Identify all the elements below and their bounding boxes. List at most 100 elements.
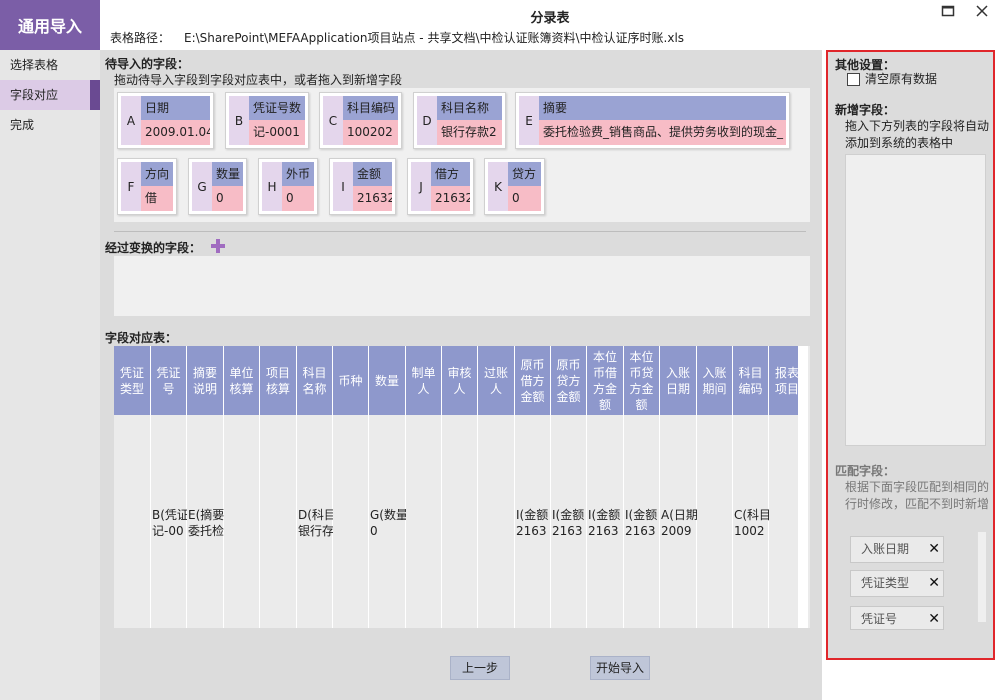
mapping-column[interactable]: 摘要 说明 E(摘要 委托检 [187,346,224,628]
field-card-foreign-currency[interactable]: H 外币 0 [258,158,318,215]
field-card-direction[interactable]: F 方向 借 [117,158,177,215]
field-card-credit[interactable]: K 贷方 0 [484,158,545,215]
match-tag-label: 凭证类型 [861,576,910,590]
mapping-column[interactable]: 凭证 号 B(凭证 记-00 [151,346,187,628]
field-name: 科目名称 [437,96,502,120]
mapping-column[interactable]: 审核 人 [442,346,478,628]
field-name: 摘要 [539,96,786,120]
mapping-cell[interactable]: I(金额 2163 [516,507,551,539]
mapping-column[interactable]: 单位 核算 [224,346,260,628]
table-path-row: 表格路径： E:\SharePoint\MEFAApplication项目站点 -… [110,29,698,46]
nav-item-select-table[interactable]: 选择表格 [0,50,100,80]
main-area: 待导入的字段： 拖动待导入字段到字段对应表中，或者拖入到新增字段 A 日期 20… [100,50,822,700]
match-tag-label: 凭证号 [861,612,898,626]
column-header: 原币 借方 金额 [515,346,550,415]
field-letter: H [262,162,282,211]
mapping-cell[interactable]: D(科目 银行存 [298,507,333,539]
field-card-summary[interactable]: E 摘要 委托检验费_销售商品、提供劳务收到的现金_ [515,92,790,149]
mapping-column[interactable]: 原币 借方 金额 I(金额 2163 [515,346,551,628]
maximize-icon[interactable] [938,4,958,22]
mapping-cell[interactable]: C(科目 1002 [734,507,769,539]
new-fields-dropzone[interactable] [845,154,986,446]
mapping-column[interactable]: 本位 币贷 方金 额 I(金额 2163 [624,346,660,628]
mapping-column[interactable]: 科目 名称 D(科目 银行存 [297,346,333,628]
field-name: 借方 [431,162,470,186]
pending-fields-title: 待导入的字段： [105,57,190,71]
mapping-table-title: 字段对应表： [105,331,178,345]
mapping-cell[interactable]: A(日期 2009 [661,507,697,539]
mapping-cell[interactable]: E(摘要 委托检 [188,507,224,539]
field-card-quantity[interactable]: G 数量 0 [188,158,247,215]
mapping-column[interactable]: 过账 人 [478,346,515,628]
column-header: 过账 人 [478,346,514,415]
field-letter: J [411,162,431,211]
match-fields-hint: 根据下面字段匹配到相同的行时修改，匹配不到时新增 [845,480,990,511]
column-header: 凭证 类型 [114,346,150,415]
field-letter: A [121,96,141,145]
remove-tag-icon[interactable]: ✕ [928,537,940,562]
column-header: 项目 核算 [260,346,296,415]
close-icon[interactable] [972,4,992,22]
nav-item-finish[interactable]: 完成 [0,110,100,140]
match-fields-scrollbar[interactable] [977,532,986,622]
mapping-column[interactable]: 数量 G(数量 0 [369,346,406,628]
field-card-debit[interactable]: J 借方 21632 [407,158,474,215]
add-transform-icon[interactable] [210,238,226,254]
mapping-cell[interactable]: G(数量 0 [370,507,406,539]
remove-tag-icon[interactable]: ✕ [928,571,940,596]
field-name: 日期 [141,96,210,120]
match-tag-entry-date[interactable]: 入账日期 ✕ [850,536,944,563]
path-label: 表格路径： [110,31,171,45]
field-value: 借 [141,186,173,211]
mapping-cell[interactable]: B(凭证 记-00 [152,507,187,539]
match-tag-voucher-no[interactable]: 凭证号 ✕ [850,606,944,630]
field-card-account-name[interactable]: D 科目名称 银行存款2 [413,92,506,149]
field-name: 方向 [141,162,173,186]
mapping-column[interactable]: 入账 日期 A(日期 2009 [660,346,697,628]
mapping-cell[interactable]: I(金额 2163 [552,507,587,539]
mapping-column[interactable]: 项目 核算 [260,346,297,628]
column-header: 制单 人 [406,346,441,415]
mapping-cell[interactable]: I(金额 2163 [588,507,624,539]
column-header: 入账 日期 [660,346,696,415]
field-value: 0 [508,186,541,211]
field-name: 金额 [353,162,392,186]
mapping-cell[interactable]: I(金额 2163 [625,507,660,539]
field-card-account-code[interactable]: C 科目编码 100202 [319,92,402,149]
section-divider [114,231,806,232]
mapping-column[interactable]: 制单 人 [406,346,442,628]
field-card-voucher-no[interactable]: B 凭证号数 记-0001 [225,92,309,149]
field-value: 0 [282,186,314,211]
prev-step-button[interactable]: 上一步 [450,656,510,680]
clear-data-checkbox[interactable] [847,73,860,86]
nav-item-field-mapping[interactable]: 字段对应 [0,80,100,110]
mapping-column[interactable]: 凭证 类型 [114,346,151,628]
field-letter: E [519,96,539,145]
mapping-column[interactable]: 科目 编码 C(科目 1002 [733,346,769,628]
mapping-column[interactable]: 入账 期间 [697,346,733,628]
field-letter: G [192,162,212,211]
field-letter: C [323,96,343,145]
field-card-amount[interactable]: I 金额 21632 [329,158,396,215]
start-import-button[interactable]: 开始导入 [590,656,650,680]
field-card-date[interactable]: A 日期 2009.01.04 [117,92,214,149]
field-name: 科目编码 [343,96,398,120]
match-tag-voucher-type[interactable]: 凭证类型 ✕ [850,570,944,597]
field-value: 0 [212,186,243,211]
remove-tag-icon[interactable]: ✕ [928,607,940,629]
column-header: 凭证 号 [151,346,186,415]
mapping-column[interactable]: 币种 [333,346,369,628]
transformed-fields-panel [114,256,810,316]
field-letter: B [229,96,249,145]
field-value: 100202 [343,120,398,145]
mapping-column[interactable]: 本位 币借 方金 额 I(金额 2163 [587,346,624,628]
mapping-column[interactable]: 原币 贷方 金额 I(金额 2163 [551,346,587,628]
column-header: 本位 币借 方金 额 [587,346,623,415]
field-mapping-table: 凭证 类型 凭证 号 B(凭证 记-00 摘要 说明 E(摘要 委托检 单位 核算 … [114,346,810,628]
field-value: 委托检验费_销售商品、提供劳务收到的现金_ [539,120,786,145]
path-value: E:\SharePoint\MEFAApplication项目站点 - 共享文档… [184,31,685,45]
mapping-table-scrollbar[interactable] [798,346,808,628]
column-header: 科目 编码 [733,346,768,415]
pending-fields-hint: 拖动待导入字段到字段对应表中，或者拖入到新增字段 [114,73,403,87]
clear-data-label: 清空原有数据 [865,72,938,86]
